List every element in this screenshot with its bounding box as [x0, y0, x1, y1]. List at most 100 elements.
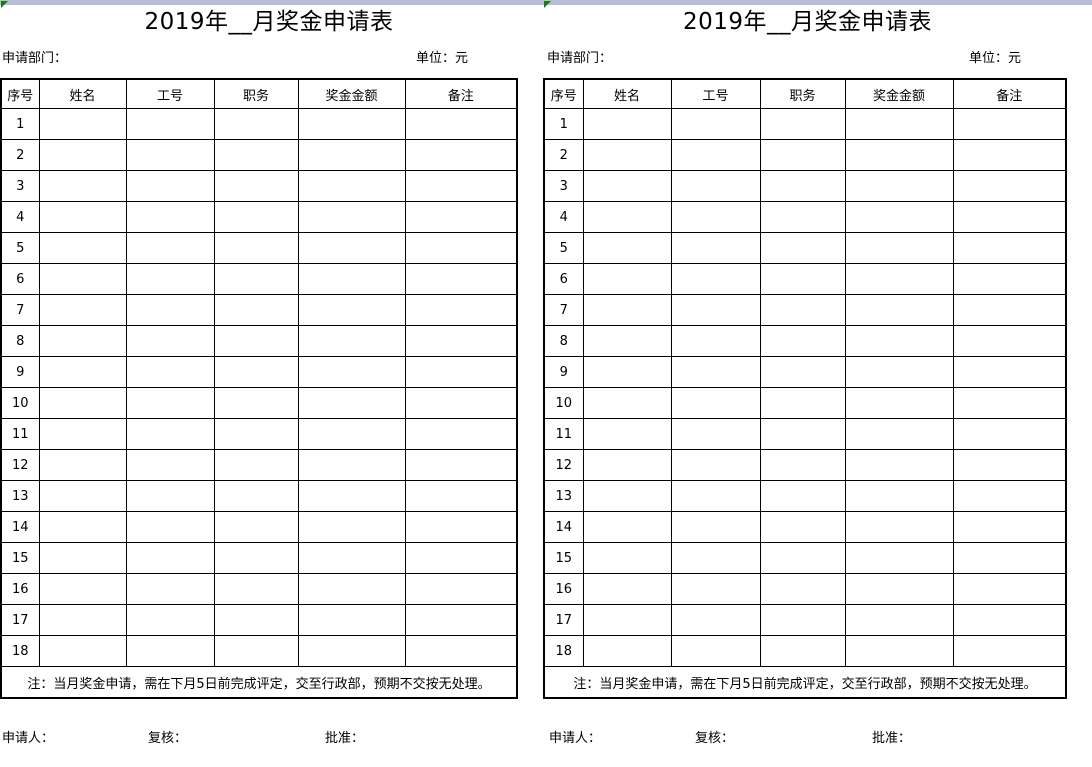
cell-name[interactable]: [582, 170, 672, 202]
cell-post[interactable]: [759, 108, 846, 140]
cell-amount[interactable]: [844, 511, 954, 543]
cell-name[interactable]: [38, 542, 127, 574]
cell-id[interactable]: [125, 294, 215, 326]
cell-name[interactable]: [38, 449, 127, 481]
cell-amount[interactable]: [844, 573, 954, 605]
cell-name[interactable]: [582, 480, 672, 512]
cell-post[interactable]: [213, 542, 299, 574]
cell-post[interactable]: [213, 263, 299, 295]
cell-id[interactable]: [670, 573, 761, 605]
cell-amount[interactable]: [844, 294, 954, 326]
cell-id[interactable]: [125, 387, 215, 419]
cell-post[interactable]: [213, 139, 299, 171]
cell-name[interactable]: [38, 232, 127, 264]
cell-name[interactable]: [582, 356, 672, 388]
cell-name[interactable]: [582, 542, 672, 574]
cell-post[interactable]: [213, 511, 299, 543]
cell-id[interactable]: [670, 449, 761, 481]
cell-post[interactable]: [759, 170, 846, 202]
cell-remark[interactable]: [952, 604, 1067, 636]
cell-name[interactable]: [582, 573, 672, 605]
cell-remark[interactable]: [404, 542, 518, 574]
cell-name[interactable]: [582, 635, 672, 667]
cell-post[interactable]: [759, 449, 846, 481]
cell-name[interactable]: [38, 573, 127, 605]
cell-name[interactable]: [38, 139, 127, 171]
cell-amount[interactable]: [297, 232, 406, 264]
cell-id[interactable]: [125, 356, 215, 388]
cell-name[interactable]: [582, 449, 672, 481]
cell-remark[interactable]: [952, 418, 1067, 450]
cell-post[interactable]: [759, 356, 846, 388]
cell-remark[interactable]: [952, 325, 1067, 357]
cell-amount[interactable]: [297, 294, 406, 326]
cell-post[interactable]: [759, 573, 846, 605]
cell-remark[interactable]: [952, 511, 1067, 543]
cell-post[interactable]: [759, 480, 846, 512]
cell-amount[interactable]: [297, 511, 406, 543]
cell-remark[interactable]: [404, 387, 518, 419]
cell-amount[interactable]: [844, 263, 954, 295]
cell-amount[interactable]: [844, 201, 954, 233]
cell-remark[interactable]: [952, 201, 1067, 233]
cell-name[interactable]: [38, 108, 127, 140]
cell-id[interactable]: [670, 635, 761, 667]
cell-post[interactable]: [759, 139, 846, 171]
cell-name[interactable]: [38, 635, 127, 667]
cell-name[interactable]: [38, 263, 127, 295]
cell-post[interactable]: [759, 201, 846, 233]
cell-name[interactable]: [38, 604, 127, 636]
cell-remark[interactable]: [952, 542, 1067, 574]
cell-name[interactable]: [38, 294, 127, 326]
cell-name[interactable]: [582, 294, 672, 326]
cell-post[interactable]: [759, 294, 846, 326]
cell-remark[interactable]: [404, 449, 518, 481]
cell-name[interactable]: [582, 511, 672, 543]
cell-remark[interactable]: [404, 325, 518, 357]
cell-amount[interactable]: [844, 387, 954, 419]
cell-amount[interactable]: [297, 480, 406, 512]
cell-name[interactable]: [582, 325, 672, 357]
cell-id[interactable]: [125, 511, 215, 543]
cell-remark[interactable]: [952, 263, 1067, 295]
cell-name[interactable]: [582, 108, 672, 140]
cell-id[interactable]: [125, 325, 215, 357]
cell-id[interactable]: [125, 635, 215, 667]
cell-post[interactable]: [759, 542, 846, 574]
cell-remark[interactable]: [952, 480, 1067, 512]
cell-post[interactable]: [759, 604, 846, 636]
cell-id[interactable]: [125, 449, 215, 481]
cell-amount[interactable]: [297, 139, 406, 171]
cell-id[interactable]: [670, 356, 761, 388]
cell-name[interactable]: [582, 604, 672, 636]
cell-name[interactable]: [38, 325, 127, 357]
cell-post[interactable]: [759, 232, 846, 264]
cell-remark[interactable]: [404, 604, 518, 636]
cell-post[interactable]: [213, 201, 299, 233]
cell-amount[interactable]: [297, 387, 406, 419]
cell-id[interactable]: [670, 387, 761, 419]
cell-post[interactable]: [759, 418, 846, 450]
cell-name[interactable]: [38, 387, 127, 419]
cell-remark[interactable]: [952, 635, 1067, 667]
cell-id[interactable]: [670, 201, 761, 233]
cell-remark[interactable]: [404, 263, 518, 295]
cell-amount[interactable]: [844, 356, 954, 388]
cell-post[interactable]: [759, 325, 846, 357]
cell-name[interactable]: [582, 201, 672, 233]
cell-remark[interactable]: [952, 232, 1067, 264]
cell-remark[interactable]: [404, 573, 518, 605]
cell-remark[interactable]: [404, 418, 518, 450]
cell-amount[interactable]: [297, 108, 406, 140]
cell-post[interactable]: [759, 635, 846, 667]
cell-id[interactable]: [125, 480, 215, 512]
cell-remark[interactable]: [952, 170, 1067, 202]
cell-amount[interactable]: [844, 325, 954, 357]
cell-name[interactable]: [38, 511, 127, 543]
cell-amount[interactable]: [844, 170, 954, 202]
cell-id[interactable]: [125, 418, 215, 450]
cell-remark[interactable]: [952, 294, 1067, 326]
cell-post[interactable]: [213, 325, 299, 357]
cell-name[interactable]: [38, 418, 127, 450]
cell-amount[interactable]: [844, 480, 954, 512]
